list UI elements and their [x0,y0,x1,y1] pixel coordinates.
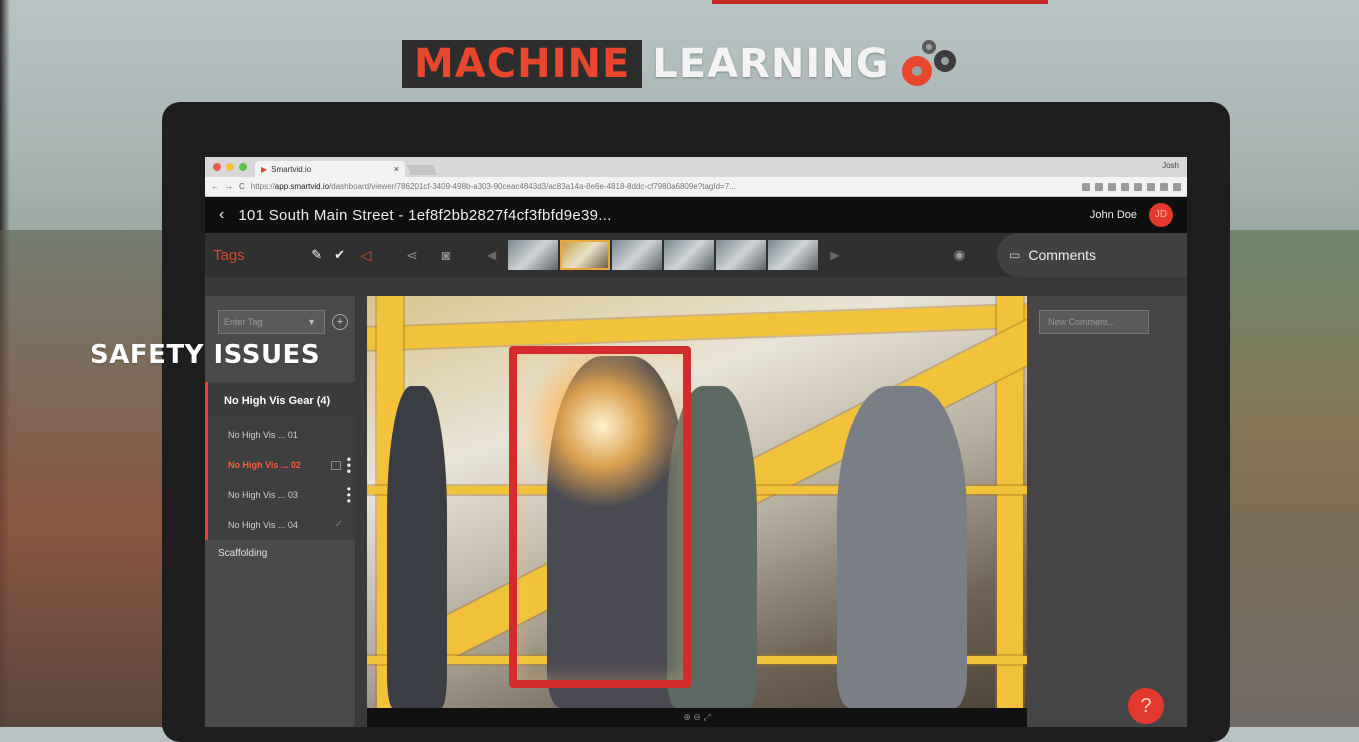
next-thumb-icon[interactable]: ▶ [830,248,839,262]
play-icon: ▶ [261,164,268,174]
tag-label: No High Vis ... 01 [228,430,298,440]
user-menu[interactable]: John Doe JD [1090,203,1173,227]
page-title: 101 South Main Street - 1ef8f2bb2827f4cf… [238,206,612,224]
more-icon[interactable]: • • • [347,483,351,507]
worker [837,386,967,708]
prev-thumb-icon[interactable]: ◀ [487,248,496,262]
headline: MACHINE LEARNING [402,40,970,88]
share-icon[interactable]: ⋖ [401,247,423,264]
tab-title: Smartvid.io [271,164,312,174]
forward-arrow-icon[interactable]: → [225,182,233,191]
minimize-window-button[interactable] [226,163,234,171]
crane-beam [367,303,1027,351]
maximize-window-button[interactable] [239,163,247,171]
browser-tab-strip: ▶ Smartvid.io × Josh [205,157,1187,177]
tags-label: Tags [213,246,245,264]
gear-medium-icon [933,50,956,72]
detection-bounding-box[interactable] [509,346,691,688]
tag-input-placeholder: Enter Tag [224,317,263,327]
gears-icon [900,40,970,88]
extension-icon[interactable] [1160,182,1168,191]
chevron-down-icon[interactable]: ▼ [307,311,316,333]
window-controls [213,163,247,171]
extension-icon[interactable] [1121,182,1129,191]
fullscreen-icon[interactable]: ⤢ [703,712,710,722]
extension-icon[interactable] [1134,182,1142,191]
back-icon[interactable]: ‹ [219,206,224,224]
comment-icon: ▭ [1009,248,1021,262]
comments-panel: New Comment... [1027,296,1187,727]
check-icon[interactable]: ✓ [335,510,343,540]
background-scenery-right [1219,230,1359,727]
extension-icon[interactable] [1108,182,1116,191]
help-icon[interactable]: ? [1128,688,1164,724]
tag-input[interactable]: Enter Tag ▼ [218,310,325,334]
list-item[interactable]: No High Vis ... 04 ✓ [208,510,355,540]
thumbnail-strip: ◀ ▶ [477,240,849,270]
close-window-button[interactable] [213,163,221,171]
comment-input-placeholder: New Comment... [1048,317,1116,327]
extension-icon[interactable] [1095,182,1103,191]
list-item[interactable]: No High Vis ... 03 • • • [208,480,355,510]
gear-large-icon [901,56,932,86]
browser-profile[interactable]: Josh [1162,161,1179,170]
zoom-out-icon[interactable]: ⊖ [693,712,701,722]
gear-small-icon [921,40,936,54]
tag-scaffolding[interactable]: Scaffolding [218,548,267,559]
plus-icon[interactable]: + [332,314,348,330]
more-icon[interactable]: • • • [347,453,351,477]
headline-machine: MACHINE [402,40,643,88]
app-header: ‹ 101 South Main Street - 1ef8f2bb2827f4… [205,197,1187,233]
video-thumbnail[interactable] [664,240,715,270]
comment-input[interactable]: New Comment... [1039,310,1149,334]
avatar[interactable]: JD [1149,203,1173,227]
tag-label: No High Vis ... 03 [228,490,298,500]
video-frame[interactable] [367,296,1027,708]
video-thumbnail[interactable] [612,240,663,270]
video-thumbnail[interactable] [768,240,819,270]
reload-icon[interactable]: C [239,182,245,191]
extension-icons [1082,182,1181,191]
tag-label: No High Vis ... 02 [228,460,301,470]
comments-toggle[interactable]: ▭ Comments [997,233,1187,277]
video-thumbnail-selected[interactable] [560,240,611,270]
new-tab-button[interactable] [407,165,437,175]
tag-tools: ✎ ✔ [311,247,345,263]
comments-label: Comments [1028,247,1097,263]
check-icon[interactable]: ✔ [334,247,345,263]
user-name: John Doe [1089,209,1137,221]
browser-tab[interactable]: ▶ Smartvid.io × [255,161,405,177]
tag-list: No High Vis ... 01 No High Vis ... 02 • •… [205,420,355,540]
tags-header: Tags ✎ ✔ [205,233,355,277]
video-thumbnail[interactable] [716,240,767,270]
projector-icon[interactable]: ◉ [954,247,965,263]
list-item-active[interactable]: No High Vis ... 02 • • • [208,450,355,480]
url-field[interactable]: https://app.smartvid.io/dashboard/viewer… [251,182,1076,191]
extension-icon[interactable] [1147,182,1155,191]
camera-icon[interactable]: ◙ [435,247,457,263]
video-thumbnail[interactable] [508,240,559,270]
safety-issues-label: SAFETY ISSUES [90,340,321,370]
list-item[interactable]: No High Vis ... 01 [208,420,355,450]
zoom-in-icon[interactable]: ⊕ [683,712,691,722]
tag-group-header[interactable]: No High Vis Gear (4) [205,382,355,420]
app-screen: ▶ Smartvid.io × Josh ← → C https://app.s… [205,157,1187,727]
top-accent-bar [712,0,1048,4]
address-bar-row: ← → C https://app.smartvid.io/dashboard/… [205,177,1187,197]
tag-label: No High Vis ... 04 [228,520,298,530]
close-tab-icon[interactable]: × [394,164,399,174]
pencil-icon[interactable]: ✎ [311,247,322,263]
viewer-toolbar: Tags ✎ ✔ ◁ ⋖ ◙ ◀ ▶ ◉ ▭ Comments [205,233,1187,277]
video-controls: ⊕ ⊖ ⤢ [367,708,1027,727]
mute-icon[interactable]: ◁ [355,247,377,264]
back-arrow-icon[interactable]: ← [211,182,219,191]
worker [387,386,447,708]
headline-learning: LEARNING [652,41,890,87]
flag-icon[interactable] [331,461,341,470]
extension-icon[interactable] [1082,182,1090,191]
extension-icon[interactable] [1173,182,1181,191]
